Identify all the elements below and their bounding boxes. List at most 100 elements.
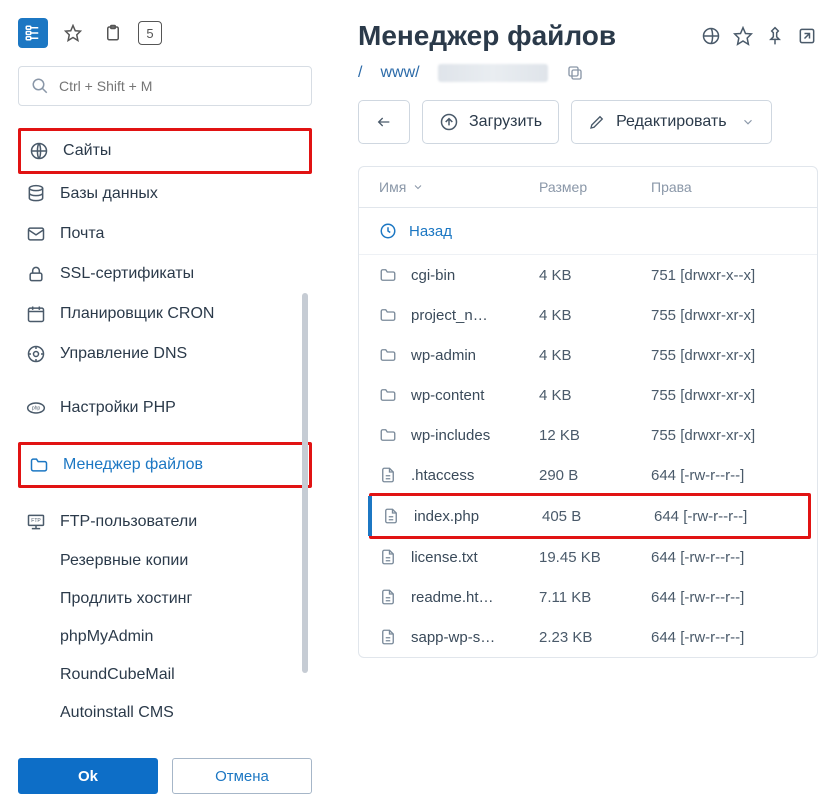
sidebar-item-label: Резервные копии — [60, 552, 188, 570]
upload-icon — [439, 112, 459, 132]
pin-icon[interactable] — [764, 25, 786, 47]
file-name: sapp-wp-s… — [411, 629, 539, 646]
tree-view-icon[interactable] — [18, 18, 48, 48]
sidebar-item-ftp[interactable]: FTP FTP-пользователи — [18, 502, 312, 542]
table-row[interactable]: index.php405 B644 [-rw-r--r--] — [372, 496, 808, 536]
file-name: wp-admin — [411, 347, 539, 364]
file-icon — [379, 548, 399, 566]
cancel-button[interactable]: Отмена — [172, 758, 312, 794]
file-size: 4 KB — [539, 267, 651, 284]
folder-icon — [379, 346, 399, 364]
sidebar-item-label: Почта — [60, 225, 104, 243]
number-five-icon[interactable]: 5 — [138, 21, 162, 45]
sidebar-item-backups[interactable]: Резервные копии — [18, 542, 312, 580]
nav-list: Сайты Базы данных Почта SSL-сертификаты … — [18, 128, 312, 748]
table-row[interactable]: wp-includes12 KB755 [drwxr-xr-x] — [359, 415, 817, 455]
file-name: cgi-bin — [411, 267, 539, 284]
file-table: Имя Размер Права Назад cgi-bin4 KB751 [d… — [358, 166, 818, 658]
breadcrumb-current-blurred — [438, 64, 548, 82]
ok-button[interactable]: Ok — [18, 758, 158, 794]
highlighted-row: index.php405 B644 [-rw-r--r--] — [369, 493, 811, 539]
table-row[interactable]: sapp-wp-s…2.23 KB644 [-rw-r--r--] — [359, 617, 817, 657]
back-row[interactable]: Назад — [359, 208, 817, 255]
sidebar-item-label: Сайты — [63, 142, 111, 160]
ftp-icon: FTP — [26, 512, 46, 532]
breadcrumb-root[interactable]: / — [358, 64, 362, 82]
table-row[interactable]: .htaccess290 B644 [-rw-r--r--] — [359, 455, 817, 495]
clock-back-icon — [379, 222, 397, 240]
folder-icon — [379, 386, 399, 404]
file-name: .htaccess — [411, 467, 539, 484]
top-icon-bar: 5 — [18, 18, 312, 48]
file-icon — [379, 628, 399, 646]
upload-button[interactable]: Загрузить — [422, 100, 559, 144]
dns-icon — [26, 344, 46, 364]
edit-label: Редактировать — [616, 113, 727, 131]
search-icon — [31, 77, 49, 95]
sidebar-item-phpmyadmin[interactable]: phpMyAdmin — [18, 618, 312, 656]
sidebar-item-autoinstall[interactable]: Autoinstall CMS — [18, 694, 312, 732]
sidebar-item-mail[interactable]: Почта — [18, 214, 312, 254]
sidebar-item-php[interactable]: php Настройки PHP — [18, 388, 312, 428]
breadcrumb: / www/ — [358, 64, 818, 82]
lock-icon — [26, 264, 46, 284]
edit-button[interactable]: Редактировать — [571, 100, 772, 144]
copy-path-icon[interactable] — [566, 64, 584, 82]
file-permissions: 755 [drwxr-xr-x] — [651, 387, 797, 404]
sidebar-item-file-manager[interactable]: Менеджер файлов — [18, 442, 312, 488]
sidebar-item-roundcube[interactable]: RoundCubeMail — [18, 656, 312, 694]
file-name: wp-includes — [411, 427, 539, 444]
clipboard-icon[interactable] — [98, 18, 128, 48]
sidebar-item-databases[interactable]: Базы данных — [18, 174, 312, 214]
sidebar-item-cron[interactable]: Планировщик CRON — [18, 294, 312, 334]
table-row[interactable]: readme.ht…7.11 KB644 [-rw-r--r--] — [359, 577, 817, 617]
back-button[interactable] — [358, 100, 410, 144]
sidebar-item-sites[interactable]: Сайты — [18, 128, 312, 174]
star-icon[interactable] — [58, 18, 88, 48]
sidebar-item-renew[interactable]: Продлить хостинг — [18, 580, 312, 618]
col-name-header[interactable]: Имя — [379, 179, 539, 195]
table-row[interactable]: wp-content4 KB755 [drwxr-xr-x] — [359, 375, 817, 415]
file-name: index.php — [414, 508, 542, 525]
col-size-header[interactable]: Размер — [539, 179, 651, 195]
file-size: 2.23 KB — [539, 629, 651, 646]
mail-icon — [26, 224, 46, 244]
file-size: 19.45 KB — [539, 549, 651, 566]
chevron-down-icon — [741, 115, 755, 129]
file-permissions: 755 [drwxr-xr-x] — [651, 347, 797, 364]
file-size: 4 KB — [539, 387, 651, 404]
sidebar-item-dns[interactable]: Управление DNS — [18, 334, 312, 374]
external-icon[interactable] — [796, 25, 818, 47]
file-icon — [379, 588, 399, 606]
file-permissions: 644 [-rw-r--r--] — [651, 589, 797, 606]
php-icon: php — [26, 398, 46, 418]
table-row[interactable]: license.txt19.45 KB644 [-rw-r--r--] — [359, 537, 817, 577]
file-icon — [379, 466, 399, 484]
header-actions — [700, 25, 818, 47]
dialog-buttons: Ok Отмена — [18, 748, 312, 808]
file-permissions: 644 [-rw-r--r--] — [654, 508, 798, 525]
table-row[interactable]: cgi-bin4 KB751 [drwxr-x--x] — [359, 255, 817, 295]
star-icon[interactable] — [732, 25, 754, 47]
folder-icon — [379, 426, 399, 444]
sidebar-item-ssl[interactable]: SSL-сертификаты — [18, 254, 312, 294]
breadcrumb-segment[interactable]: www/ — [380, 64, 419, 82]
file-permissions: 644 [-rw-r--r--] — [651, 467, 797, 484]
svg-text:FTP: FTP — [31, 518, 41, 524]
sidebar-item-label: RoundCubeMail — [60, 666, 175, 684]
file-size: 405 B — [542, 508, 654, 525]
folder-icon — [379, 266, 399, 284]
upload-label: Загрузить — [469, 113, 542, 131]
folder-icon — [29, 455, 49, 475]
sidebar-item-label: Управление DNS — [60, 345, 187, 363]
col-perm-header[interactable]: Права — [651, 179, 797, 195]
scrollbar[interactable] — [302, 293, 308, 673]
table-row[interactable]: wp-admin4 KB755 [drwxr-xr-x] — [359, 335, 817, 375]
toolbar: Загрузить Редактировать — [358, 100, 818, 144]
search-input[interactable] — [59, 78, 299, 94]
globe-link-icon[interactable] — [700, 25, 722, 47]
sidebar: 5 Сайты Базы данных Почта SSL-сертификат… — [0, 0, 330, 808]
file-size: 290 B — [539, 467, 651, 484]
search-box[interactable] — [18, 66, 312, 106]
table-row[interactable]: project_n…4 KB755 [drwxr-xr-x] — [359, 295, 817, 335]
